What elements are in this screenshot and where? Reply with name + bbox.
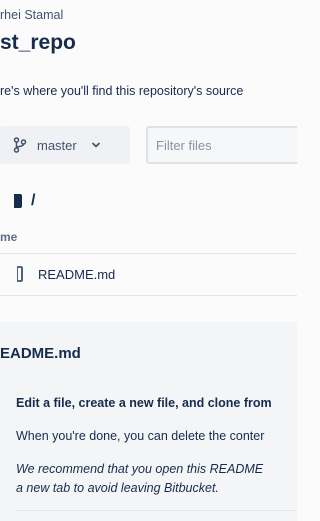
repo-description: re's where you'll find this repository's… [0, 84, 244, 98]
branch-icon [13, 137, 27, 153]
readme-recommendation: We recommend that you open this README a… [16, 460, 263, 498]
repo-owner-name[interactable]: rhei Stamal [0, 8, 63, 22]
table-divider [0, 295, 297, 296]
repo-title: st_repo [0, 31, 76, 54]
readme-title: EADME.md [0, 345, 81, 362]
readme-recommendation-line: a new tab to avoid leaving Bitbucket. [16, 481, 219, 495]
readme-heading: Edit a file, create a new file, and clon… [16, 396, 272, 410]
chevron-down-icon [91, 141, 101, 149]
readme-divider [16, 510, 297, 511]
file-icon [17, 266, 23, 282]
table-row[interactable]: README.md [0, 254, 297, 294]
breadcrumb: / [0, 192, 35, 210]
file-name[interactable]: README.md [38, 267, 115, 282]
branch-label: master [37, 137, 77, 153]
readme-paragraph: When you're done, you can delete the con… [16, 429, 265, 443]
filter-files-input[interactable] [146, 126, 297, 164]
branch-selector[interactable]: master [0, 126, 130, 164]
repository-source-page: rhei Stamal st_repo re's where you'll fi… [0, 0, 297, 521]
folder-icon [14, 194, 22, 208]
breadcrumb-separator[interactable]: / [31, 192, 35, 210]
column-header-name[interactable]: me [0, 230, 17, 244]
readme-recommendation-line: We recommend that you open this README [16, 462, 264, 476]
